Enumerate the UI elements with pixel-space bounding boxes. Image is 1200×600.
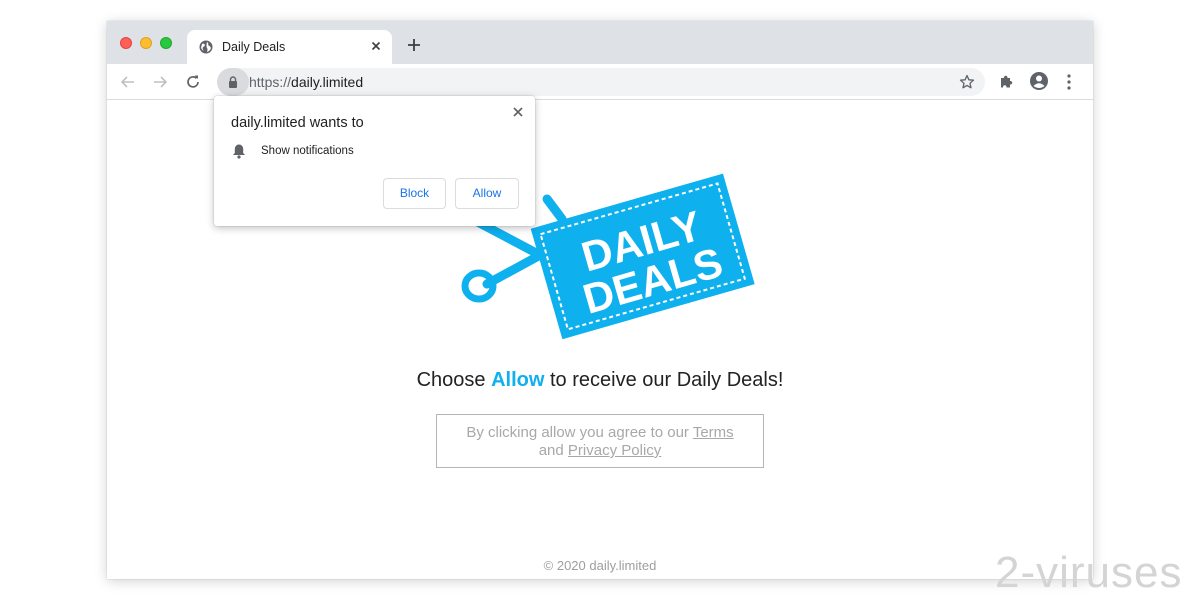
- tab-daily-deals[interactable]: Daily Deals: [187, 30, 392, 64]
- url-host: daily.limited: [291, 74, 364, 90]
- url-text: https://daily.limited: [249, 74, 363, 90]
- terms-notice: By clicking allow you agree to our Terms…: [436, 414, 764, 468]
- allow-button[interactable]: Allow: [455, 178, 519, 209]
- prompt-title: daily.limited wants to: [231, 115, 364, 131]
- headline-allow: Allow: [491, 369, 545, 391]
- terms-link[interactable]: Terms: [693, 424, 734, 441]
- block-button[interactable]: Block: [383, 178, 446, 209]
- window-controls: [120, 37, 172, 49]
- page-footer: © 2020 daily.limited: [543, 558, 657, 573]
- close-tab-icon[interactable]: [369, 39, 383, 53]
- address-bar[interactable]: https://daily.limited: [217, 68, 985, 96]
- tab-strip: Daily Deals: [107, 21, 1093, 64]
- terms-and: and: [538, 442, 564, 459]
- prompt-permission-text: Show notifications: [261, 145, 354, 157]
- star-icon[interactable]: [959, 74, 975, 90]
- close-icon[interactable]: [512, 106, 524, 118]
- kebab-menu-icon[interactable]: [1065, 73, 1073, 91]
- minimize-window-button[interactable]: [140, 37, 152, 49]
- puzzle-icon[interactable]: [999, 73, 1015, 89]
- maximize-window-button[interactable]: [160, 37, 172, 49]
- deal-ticket: DAILY DEALS: [530, 173, 755, 339]
- headline: Choose Allow to receive our Daily Deals!: [107, 369, 1093, 392]
- terms-prefix: By clicking allow you agree to our: [466, 424, 689, 441]
- headline-before: Choose: [416, 369, 486, 391]
- bell-icon: [233, 144, 245, 159]
- tab-title: Daily Deals: [222, 40, 286, 54]
- forward-arrow-icon[interactable]: [151, 73, 169, 91]
- site-info-button[interactable]: [217, 68, 249, 96]
- profile-icon[interactable]: [1029, 71, 1049, 91]
- watermark-text: 2-viruses: [995, 548, 1183, 597]
- privacy-policy-link[interactable]: Privacy Policy: [568, 442, 661, 459]
- back-arrow-icon[interactable]: [119, 73, 137, 91]
- lock-icon: [229, 76, 237, 88]
- headline-after: to receive our Daily Deals!: [549, 369, 784, 391]
- close-window-button[interactable]: [120, 37, 132, 49]
- screenshot-stage: Daily Deals https://daily.limited DAILY …: [0, 0, 1200, 600]
- globe-icon: [199, 40, 213, 54]
- new-tab-icon[interactable]: [407, 38, 421, 52]
- url-scheme: https://: [249, 74, 292, 90]
- browser-toolbar: https://daily.limited: [107, 64, 1093, 100]
- notification-permission-prompt: daily.limited wants to Show notification…: [214, 96, 535, 226]
- reload-icon[interactable]: [184, 73, 202, 91]
- browser-window: Daily Deals https://daily.limited DAILY …: [107, 21, 1093, 579]
